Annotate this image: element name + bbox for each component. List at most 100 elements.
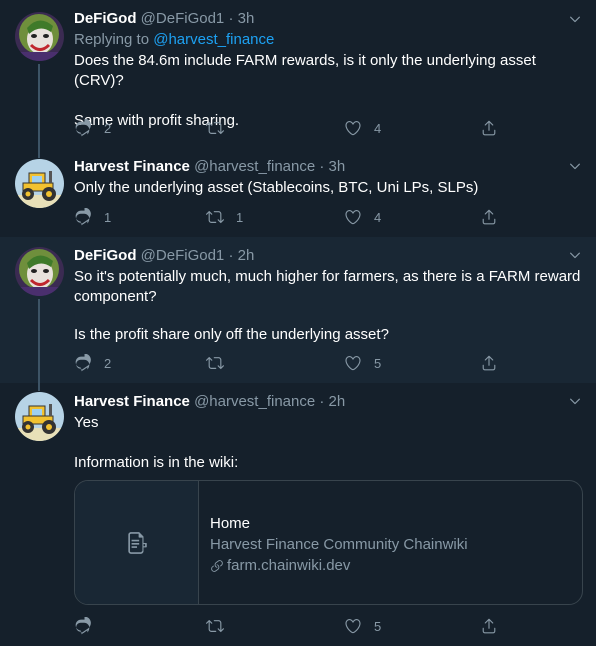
thread-line bbox=[38, 383, 40, 391]
reply-icon bbox=[74, 119, 92, 137]
tweet-text: Yes Information is in the wiki: bbox=[74, 413, 584, 473]
retweet-icon bbox=[206, 354, 224, 372]
like-icon bbox=[344, 208, 362, 226]
tweet-header: DeFiGod @DeFiGod1 · 3h bbox=[74, 9, 254, 29]
like-icon bbox=[344, 354, 362, 372]
tweet-text: Only the underlying asset (Stablecoins, … bbox=[74, 178, 584, 198]
tweet-text: So it's potentially much, much higher fo… bbox=[74, 267, 584, 345]
avatar-image bbox=[15, 392, 64, 441]
avatar[interactable] bbox=[15, 12, 64, 61]
user-handle[interactable]: @DeFiGod1 bbox=[141, 10, 225, 27]
reply-count: 1 bbox=[104, 209, 112, 225]
tweet-text-line: component? bbox=[74, 288, 157, 305]
tweet-text-line: Is the profit share only off the underly… bbox=[74, 326, 389, 343]
avatar[interactable] bbox=[15, 247, 64, 296]
tweet-header: DeFiGod @DeFiGod1 · 2h bbox=[74, 246, 254, 266]
link-icon bbox=[211, 559, 223, 572]
share-button[interactable] bbox=[480, 118, 498, 138]
timestamp[interactable]: · 3h bbox=[228, 10, 254, 27]
link-card-body: Home Harvest Finance Community Chainwiki… bbox=[210, 513, 468, 576]
tweet-actions: 5 bbox=[74, 616, 514, 636]
retweet-button[interactable] bbox=[206, 616, 236, 636]
chevron-down-icon[interactable] bbox=[568, 394, 582, 408]
display-name[interactable]: DeFiGod bbox=[74, 10, 137, 27]
tweet-header: Harvest Finance @harvest_finance · 3h bbox=[74, 157, 345, 177]
retweet-icon bbox=[206, 617, 224, 635]
link-card-thumbnail bbox=[75, 481, 199, 604]
avatar-image bbox=[15, 12, 64, 61]
replying-to: Replying to @harvest_finance bbox=[74, 30, 274, 50]
user-handle[interactable]: @DeFiGod1 bbox=[141, 247, 225, 264]
retweet-button[interactable]: 1 bbox=[206, 207, 243, 227]
mention-link[interactable]: @harvest_finance bbox=[153, 31, 274, 48]
like-count: 5 bbox=[374, 355, 382, 371]
tweet-actions: 1 1 4 bbox=[74, 207, 514, 227]
avatar-image bbox=[15, 159, 64, 208]
tweet-header: Harvest Finance @harvest_finance · 2h bbox=[74, 392, 345, 412]
chevron-down-icon[interactable] bbox=[568, 248, 582, 262]
reply-icon bbox=[74, 617, 92, 635]
link-card-domain-text: farm.chainwiki.dev bbox=[227, 557, 351, 574]
tweet-text-line: Yes bbox=[74, 414, 99, 431]
retweet-count: 1 bbox=[236, 209, 244, 225]
share-icon bbox=[480, 354, 498, 372]
chevron-down-icon[interactable] bbox=[568, 159, 582, 173]
like-button[interactable]: 4 bbox=[344, 118, 381, 138]
reply-button[interactable]: 1 bbox=[74, 207, 111, 227]
reply-count: 2 bbox=[104, 355, 112, 371]
display-name[interactable]: DeFiGod bbox=[74, 247, 137, 264]
retweet-button[interactable] bbox=[206, 353, 236, 373]
document-icon bbox=[127, 531, 147, 554]
share-button[interactable] bbox=[480, 616, 498, 636]
like-count: 4 bbox=[374, 120, 382, 136]
share-icon bbox=[480, 119, 498, 137]
tweet[interactable]: DeFiGod @DeFiGod1 · 3h Replying to @harv… bbox=[0, 0, 596, 148]
share-icon bbox=[480, 208, 498, 226]
like-count: 5 bbox=[374, 618, 382, 634]
retweet-icon bbox=[206, 119, 224, 137]
tweet-text-line: Information is in the wiki: bbox=[74, 454, 239, 471]
user-handle[interactable]: @harvest_finance bbox=[194, 393, 315, 410]
like-icon bbox=[344, 119, 362, 137]
like-button[interactable]: 5 bbox=[344, 353, 381, 373]
tweet-text-line: Only the underlying asset (Stablecoins, … bbox=[74, 179, 479, 196]
timestamp[interactable]: · 3h bbox=[319, 158, 345, 175]
like-button[interactable]: 4 bbox=[344, 207, 381, 227]
reply-button[interactable] bbox=[74, 616, 104, 636]
avatar[interactable] bbox=[15, 159, 64, 208]
share-button[interactable] bbox=[480, 353, 498, 373]
timestamp[interactable]: · 2h bbox=[319, 393, 345, 410]
share-icon bbox=[480, 617, 498, 635]
reply-icon bbox=[74, 354, 92, 372]
user-handle[interactable]: @harvest_finance bbox=[194, 158, 315, 175]
display-name[interactable]: Harvest Finance bbox=[74, 158, 190, 175]
like-button[interactable]: 5 bbox=[344, 616, 381, 636]
like-count: 4 bbox=[374, 209, 382, 225]
chevron-down-icon[interactable] bbox=[568, 12, 582, 26]
timestamp[interactable]: · 2h bbox=[228, 247, 254, 264]
share-button[interactable] bbox=[480, 207, 498, 227]
tweet-actions: 2 4 bbox=[74, 118, 514, 138]
display-name[interactable]: Harvest Finance bbox=[74, 393, 190, 410]
link-card[interactable]: Home Harvest Finance Community Chainwiki… bbox=[74, 480, 583, 605]
retweet-button[interactable] bbox=[206, 118, 236, 138]
reply-count: 2 bbox=[104, 120, 112, 136]
link-card-domain: farm.chainwiki.dev bbox=[210, 555, 468, 576]
thread-line bbox=[38, 299, 40, 383]
tweet[interactable]: DeFiGod @DeFiGod1 · 2h So it's potential… bbox=[0, 237, 596, 383]
thread-line bbox=[38, 148, 40, 158]
reply-icon bbox=[74, 208, 92, 226]
like-icon bbox=[344, 617, 362, 635]
link-card-description: Harvest Finance Community Chainwiki bbox=[210, 536, 468, 553]
tweet-actions: 2 5 bbox=[74, 353, 514, 373]
link-card-title: Home bbox=[210, 515, 251, 532]
avatar-image bbox=[15, 247, 64, 296]
avatar[interactable] bbox=[15, 392, 64, 441]
tweet[interactable]: Harvest Finance @harvest_finance · 3h On… bbox=[0, 148, 596, 236]
tweet-text-line: Does the 84.6m include FARM rewards, is … bbox=[74, 52, 536, 89]
thread-line bbox=[38, 64, 40, 148]
reply-button[interactable]: 2 bbox=[74, 353, 111, 373]
replying-to-label: Replying to bbox=[74, 31, 150, 48]
tweet-text-line: So it's potentially much, much higher fo… bbox=[74, 268, 581, 285]
reply-button[interactable]: 2 bbox=[74, 118, 111, 138]
